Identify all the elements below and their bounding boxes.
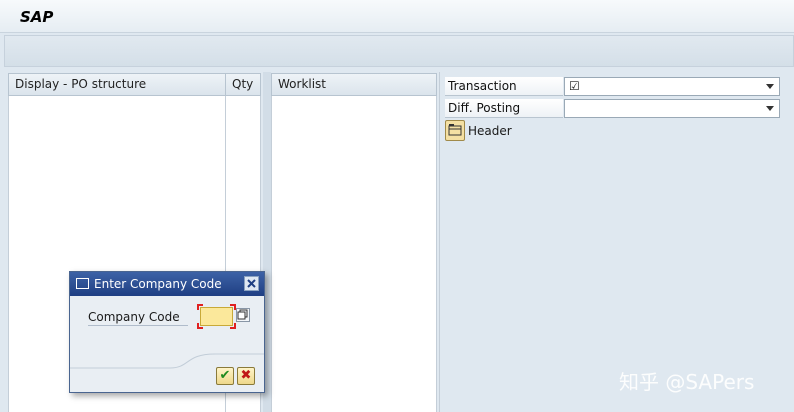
value-help-button[interactable] <box>236 308 250 322</box>
close-button[interactable] <box>244 276 259 291</box>
focus-corner-br <box>230 323 236 329</box>
worklist-header: Worklist <box>271 73 437 96</box>
close-icon <box>247 279 256 288</box>
chevron-down-icon <box>766 84 774 89</box>
company-code-label: Company Code <box>88 308 188 326</box>
chevron-down-icon <box>766 106 774 111</box>
cancel-button[interactable]: ✖ <box>237 367 255 385</box>
confirm-button[interactable]: ✔ <box>216 367 234 385</box>
dialog-window-icon <box>76 278 89 289</box>
folder-icon <box>448 124 462 136</box>
company-code-dialog: Enter Company Code Company Code ✔ ✖ <box>69 271 265 393</box>
column-header-qty[interactable]: Qty <box>225 73 261 96</box>
dialog-footer-curve <box>70 353 264 369</box>
focus-corner-tl <box>197 304 203 310</box>
diff-posting-label: Diff. Posting <box>445 99 563 118</box>
transaction-label: Transaction <box>445 77 563 96</box>
title-bar: SAP <box>0 0 794 33</box>
detail-area <box>439 72 794 412</box>
app-title: SAP <box>20 8 54 26</box>
focus-corner-bl <box>197 323 203 329</box>
header-expand-button[interactable] <box>445 120 465 141</box>
company-code-input[interactable] <box>200 307 233 326</box>
dialog-title: Enter Company Code <box>70 272 264 296</box>
transaction-select[interactable]: ☑ <box>564 77 780 96</box>
worklist-body[interactable] <box>271 96 437 412</box>
header-label: Header <box>468 124 512 138</box>
watermark: 知乎 @SAPers <box>619 370 755 394</box>
application-toolbar <box>4 35 794 67</box>
diff-posting-select[interactable] <box>564 99 780 118</box>
column-header-po-structure[interactable]: Display - PO structure <box>8 73 226 96</box>
transaction-value: ☑ <box>569 79 580 93</box>
value-help-icon <box>237 309 248 320</box>
